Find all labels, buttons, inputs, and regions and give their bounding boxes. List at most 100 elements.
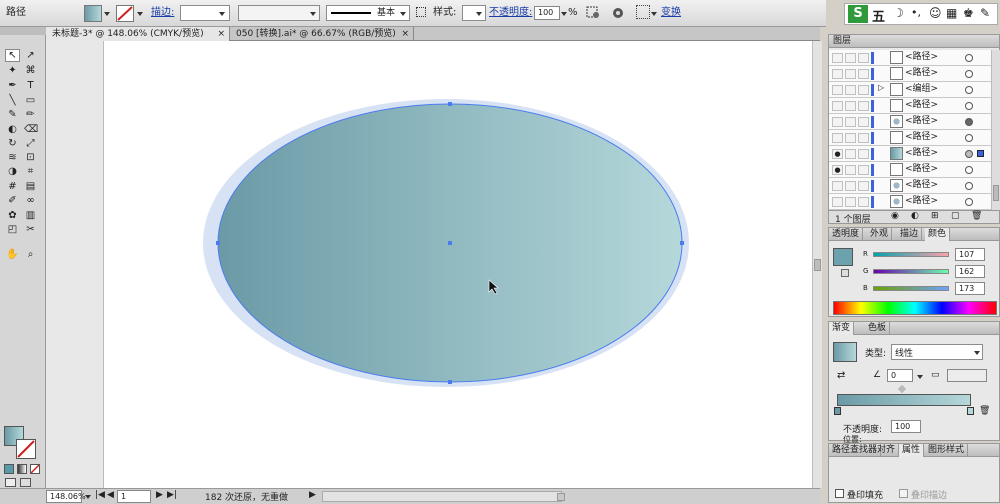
close-icon[interactable]: ×	[401, 27, 409, 41]
color-mode-button[interactable]	[4, 464, 14, 474]
target-circle-icon[interactable]	[965, 134, 973, 142]
lock-toggle[interactable]	[845, 133, 856, 143]
lock-toggle[interactable]	[845, 117, 856, 127]
expand-triangle-icon[interactable]: ▷	[878, 83, 884, 92]
layer-row[interactable]: ● <路径>	[829, 162, 991, 178]
locate-object-icon[interactable]: ◉	[891, 211, 899, 221]
template-toggle[interactable]	[858, 85, 869, 95]
rectangle-tool-icon[interactable]: ▭	[23, 94, 38, 107]
selection-indicator[interactable]	[977, 150, 984, 157]
brush-profile-select[interactable]: 基本	[326, 5, 410, 21]
lock-toggle[interactable]	[845, 149, 856, 159]
shape-builder-tool-icon[interactable]: ◑	[5, 165, 20, 178]
gradient-mode-button[interactable]	[17, 464, 27, 474]
artboard-field[interactable]: 1	[117, 490, 151, 503]
mesh-tool-icon[interactable]: #	[5, 180, 20, 193]
punctuation-icon[interactable]: •,	[911, 6, 921, 19]
lock-toggle[interactable]	[845, 85, 856, 95]
lock-toggle[interactable]	[845, 101, 856, 111]
g-slider[interactable]	[873, 269, 949, 274]
type-tool-icon[interactable]: T	[23, 79, 38, 92]
none-mode-button[interactable]	[30, 464, 40, 474]
layer-row[interactable]: <路径>	[829, 114, 991, 130]
r-slider[interactable]	[873, 252, 949, 257]
target-circle-icon[interactable]	[965, 54, 973, 62]
tab-transparency[interactable]: 透明度	[829, 228, 864, 241]
align-icon[interactable]	[636, 5, 650, 19]
anchor-point-top[interactable]	[448, 102, 452, 106]
lasso-tool-icon[interactable]: ⌘	[23, 64, 38, 77]
lock-toggle[interactable]	[845, 197, 856, 207]
recolor-icon[interactable]	[585, 5, 601, 21]
paintbrush-tool-icon[interactable]: ✎	[5, 108, 20, 121]
template-toggle[interactable]	[858, 69, 869, 79]
line-segment-tool-icon[interactable]: ╲	[5, 94, 20, 107]
out-of-gamut-icon[interactable]	[841, 269, 849, 277]
tab-color[interactable]: 颜色	[925, 228, 951, 241]
keyboard-icon[interactable]: ▦	[946, 6, 957, 20]
align-dropdown-icon[interactable]	[651, 12, 657, 16]
tab-gradient[interactable]: 渐变	[829, 322, 855, 335]
overprint-fill-checkbox[interactable]	[835, 489, 844, 498]
blend-tool-icon[interactable]: ∞	[23, 194, 38, 207]
eye-icon[interactable]: ●	[832, 149, 843, 159]
tab-stroke[interactable]: 描边	[897, 228, 923, 241]
stroke-swatch[interactable]	[116, 5, 134, 22]
zoom-field[interactable]: 148.06%	[46, 490, 86, 503]
close-icon[interactable]: ×	[217, 27, 225, 41]
blob-brush-tool-icon[interactable]: ◐	[5, 123, 20, 136]
wrench-icon[interactable]: ✎	[980, 6, 990, 20]
tools-grip[interactable]	[0, 27, 46, 35]
tab-document-1[interactable]: 未标题-3* @ 148.06% (CMYK/预览) ×	[46, 27, 230, 41]
target-circle-icon[interactable]	[965, 150, 973, 158]
horizontal-scrollbar[interactable]	[322, 491, 565, 502]
first-artboard-icon[interactable]: |◀	[95, 490, 105, 500]
stroke-color-swatch[interactable]	[16, 439, 36, 459]
layers-scrollbar[interactable]	[991, 50, 1000, 210]
width-tool-icon[interactable]: ≋	[5, 151, 20, 164]
new-layer-icon[interactable]: ▢	[951, 211, 960, 221]
fill-swatch[interactable]	[84, 5, 102, 22]
draw-normal-button[interactable]	[5, 478, 16, 487]
delete-stop-icon[interactable]: 🗑	[979, 406, 990, 416]
layer-row[interactable]: <路径>	[829, 66, 991, 82]
scale-tool-icon[interactable]: ⤢	[23, 137, 38, 150]
target-circle-icon[interactable]	[965, 102, 973, 110]
gear-icon[interactable]	[611, 6, 625, 20]
template-toggle[interactable]	[858, 133, 869, 143]
layer-row[interactable]: <路径>	[829, 130, 991, 146]
center-point[interactable]	[448, 241, 452, 245]
r-input[interactable]: 107	[955, 248, 985, 261]
lock-toggle[interactable]	[845, 165, 856, 175]
eyedropper-tool-icon[interactable]: ✐	[5, 194, 20, 207]
smile-icon[interactable]: ☺	[929, 6, 942, 20]
zoom-tool-icon[interactable]: ⌕	[23, 248, 38, 261]
gradient-opacity-input[interactable]: 100	[891, 420, 921, 433]
hand-tool-icon[interactable]: ✋	[5, 248, 20, 261]
lock-toggle[interactable]	[845, 181, 856, 191]
gradient-preview-swatch[interactable]	[833, 342, 857, 362]
angle-input[interactable]: 0	[887, 369, 913, 382]
new-sublayer-icon[interactable]: ⊞	[931, 211, 939, 221]
template-toggle[interactable]	[858, 117, 869, 127]
next-artboard-icon[interactable]: ▶	[156, 490, 163, 500]
visibility-toggle[interactable]	[832, 101, 843, 111]
eye-icon[interactable]: ●	[832, 165, 843, 175]
color-spectrum[interactable]	[833, 301, 997, 315]
angle-dropdown-icon[interactable]	[917, 375, 923, 379]
target-circle-icon[interactable]	[965, 182, 973, 190]
screen-mode-button[interactable]	[20, 478, 31, 487]
canvas-area[interactable]	[46, 41, 820, 488]
g-input[interactable]: 162	[955, 265, 985, 278]
tab-swatches[interactable]: 色板	[865, 322, 891, 335]
fill-dropdown-icon[interactable]	[104, 12, 110, 16]
anchor-point-bottom[interactable]	[448, 380, 452, 384]
tab-appearance[interactable]: 外观	[867, 228, 893, 241]
ime-mode[interactable]: 五	[872, 6, 885, 25]
status-menu-icon[interactable]: ▶	[309, 490, 316, 500]
opacity-link[interactable]: 不透明度:	[489, 6, 532, 20]
visibility-toggle[interactable]	[832, 181, 843, 191]
gradient-stop-right[interactable]	[967, 407, 974, 415]
stroke-dropdown-icon[interactable]	[137, 12, 143, 16]
color-swatch[interactable]	[833, 248, 853, 266]
